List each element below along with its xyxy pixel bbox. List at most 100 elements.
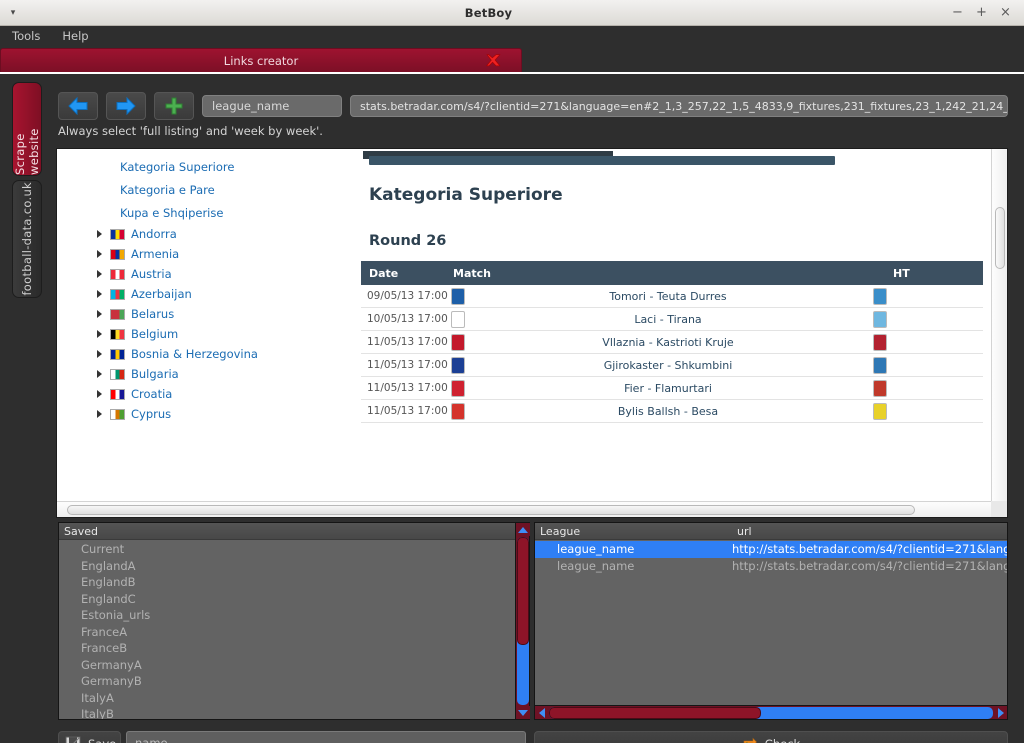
scroll-up-button[interactable] bbox=[516, 523, 530, 536]
nav-link[interactable]: Kategoria e Pare bbox=[57, 178, 302, 201]
side-tab-scrape-website[interactable]: Scrape website bbox=[12, 82, 42, 176]
scrollbar-corner bbox=[991, 501, 1007, 517]
expand-arrow-icon[interactable] bbox=[97, 250, 102, 258]
table-row: 11/05/13 17:00 Fier - Flamurtari bbox=[361, 377, 983, 400]
forward-button[interactable] bbox=[106, 92, 146, 120]
minimize-button[interactable]: − bbox=[951, 6, 964, 19]
scroll-thumb[interactable] bbox=[517, 537, 529, 645]
close-button[interactable]: × bbox=[999, 6, 1012, 19]
list-item[interactable]: EnglandB bbox=[59, 574, 515, 591]
list-item[interactable]: ItalyA bbox=[59, 690, 515, 707]
table-row: 10/05/13 17:00 Laci - Tirana bbox=[361, 308, 983, 331]
league-list-horizontal-scrollbar[interactable] bbox=[535, 705, 1007, 719]
expand-arrow-icon[interactable] bbox=[97, 350, 102, 358]
table-row[interactable]: league_name http://stats.betradar.com/s4/… bbox=[535, 558, 1007, 575]
table-row[interactable]: league_name http://stats.betradar.com/s4/… bbox=[535, 541, 1007, 558]
page-subheading: Round 26 bbox=[369, 233, 447, 249]
scroll-track[interactable] bbox=[517, 537, 529, 705]
scroll-right-button[interactable] bbox=[994, 706, 1007, 720]
league-name-input[interactable]: league_name bbox=[202, 95, 342, 117]
list-item[interactable]: FranceA bbox=[59, 624, 515, 641]
scroll-thumb[interactable] bbox=[549, 707, 761, 719]
country-row[interactable]: Bosnia & Herzegovina bbox=[57, 344, 302, 364]
nav-link[interactable]: Kupa e Shqiperise bbox=[57, 201, 302, 224]
cell-date: 11/05/13 17:00 bbox=[367, 405, 448, 417]
country-row[interactable]: Bulgaria bbox=[57, 364, 302, 384]
check-button[interactable]: Check bbox=[534, 731, 1008, 743]
webview-hscroll-thumb[interactable] bbox=[67, 505, 915, 515]
maximize-button[interactable]: + bbox=[975, 6, 988, 19]
flag-icon bbox=[110, 348, 125, 360]
column-header-url: url bbox=[737, 524, 752, 538]
side-tab-football-data[interactable]: football-data.co.uk bbox=[12, 180, 42, 298]
country-row[interactable]: Belgium bbox=[57, 324, 302, 344]
flag-icon bbox=[110, 288, 125, 300]
country-row[interactable]: Croatia bbox=[57, 384, 302, 404]
cell-url: http://stats.betradar.com/s4/?clientid=2… bbox=[732, 542, 1007, 557]
window-menu-icon[interactable]: ▾ bbox=[0, 8, 26, 18]
country-row[interactable]: Andorra bbox=[57, 224, 302, 244]
expand-arrow-icon[interactable] bbox=[97, 410, 102, 418]
flag-icon bbox=[110, 248, 125, 260]
expand-arrow-icon[interactable] bbox=[97, 230, 102, 238]
saved-list-header: Saved bbox=[59, 523, 529, 540]
home-crest-icon bbox=[447, 402, 469, 420]
list-item[interactable]: Estonia_urls bbox=[59, 607, 515, 624]
plus-icon bbox=[165, 97, 183, 115]
country-row[interactable]: Armenia bbox=[57, 244, 302, 264]
list-item[interactable]: GermanyA bbox=[59, 657, 515, 674]
list-item[interactable]: ItalyB bbox=[59, 706, 515, 719]
menu-item-tools[interactable]: Tools bbox=[12, 29, 40, 43]
nav-link[interactable]: Kategoria Superiore bbox=[57, 155, 302, 178]
away-crest-icon bbox=[867, 356, 893, 374]
close-x-icon[interactable] bbox=[486, 52, 503, 69]
list-item[interactable]: Current bbox=[59, 541, 515, 558]
cell-match: Laci - Tirana bbox=[634, 312, 702, 326]
webview-vscroll-thumb[interactable] bbox=[995, 207, 1005, 269]
webview-horizontal-scrollbar[interactable] bbox=[57, 501, 991, 517]
expand-arrow-icon[interactable] bbox=[97, 310, 102, 318]
country-row[interactable]: Cyprus bbox=[57, 404, 302, 424]
expand-arrow-icon[interactable] bbox=[97, 270, 102, 278]
home-crest-icon bbox=[447, 333, 469, 351]
table-row: 09/05/13 17:00 Tomori - Teuta Durres bbox=[361, 285, 983, 308]
name-input[interactable]: name bbox=[126, 731, 526, 743]
tab-links-creator[interactable]: Links creator bbox=[0, 48, 522, 72]
expand-arrow-icon[interactable] bbox=[97, 370, 102, 378]
back-button[interactable] bbox=[58, 92, 98, 120]
expand-arrow-icon[interactable] bbox=[97, 330, 102, 338]
url-input[interactable]: stats.betradar.com/s4/?clientid=271&lang… bbox=[350, 95, 1008, 117]
cell-date: 11/05/13 17:00 bbox=[367, 336, 448, 348]
country-label: Andorra bbox=[131, 227, 177, 241]
country-label: Croatia bbox=[131, 387, 173, 401]
country-row[interactable]: Austria bbox=[57, 264, 302, 284]
window-title: BetBoy bbox=[464, 5, 513, 20]
cell-url: http://stats.betradar.com/s4/?clientid=2… bbox=[732, 558, 1007, 573]
country-label: Austria bbox=[131, 267, 172, 281]
scroll-left-button[interactable] bbox=[535, 706, 548, 720]
floppy-disk-icon bbox=[65, 736, 81, 743]
cell-date: 11/05/13 17:00 bbox=[367, 382, 448, 394]
cell-match: Tomori - Teuta Durres bbox=[609, 289, 727, 303]
saved-list-body[interactable]: Current EnglandA EnglandB EnglandC Estonia_u… bbox=[59, 541, 515, 719]
scroll-down-button[interactable] bbox=[516, 706, 530, 719]
list-item[interactable]: EnglandC bbox=[59, 591, 515, 608]
flag-icon bbox=[110, 268, 125, 280]
check-button-label: Check bbox=[765, 737, 800, 743]
home-crest-icon bbox=[447, 310, 469, 328]
league-list-body[interactable]: league_name http://stats.betradar.com/s4/… bbox=[535, 541, 1007, 705]
expand-arrow-icon[interactable] bbox=[97, 290, 102, 298]
scroll-track[interactable] bbox=[549, 707, 993, 719]
list-item[interactable]: EnglandA bbox=[59, 558, 515, 575]
column-header-match: Match bbox=[453, 266, 491, 280]
saved-list-vertical-scrollbar[interactable] bbox=[515, 523, 530, 719]
save-button[interactable]: Save bbox=[58, 731, 121, 743]
country-row[interactable]: Belarus bbox=[57, 304, 302, 324]
list-item[interactable]: GermanyB bbox=[59, 673, 515, 690]
list-item[interactable]: FranceB bbox=[59, 640, 515, 657]
country-row[interactable]: Azerbaijan bbox=[57, 284, 302, 304]
expand-arrow-icon[interactable] bbox=[97, 390, 102, 398]
webview-vertical-scrollbar[interactable] bbox=[991, 149, 1007, 501]
add-link-button[interactable] bbox=[154, 92, 194, 120]
menu-item-help[interactable]: Help bbox=[62, 29, 88, 43]
